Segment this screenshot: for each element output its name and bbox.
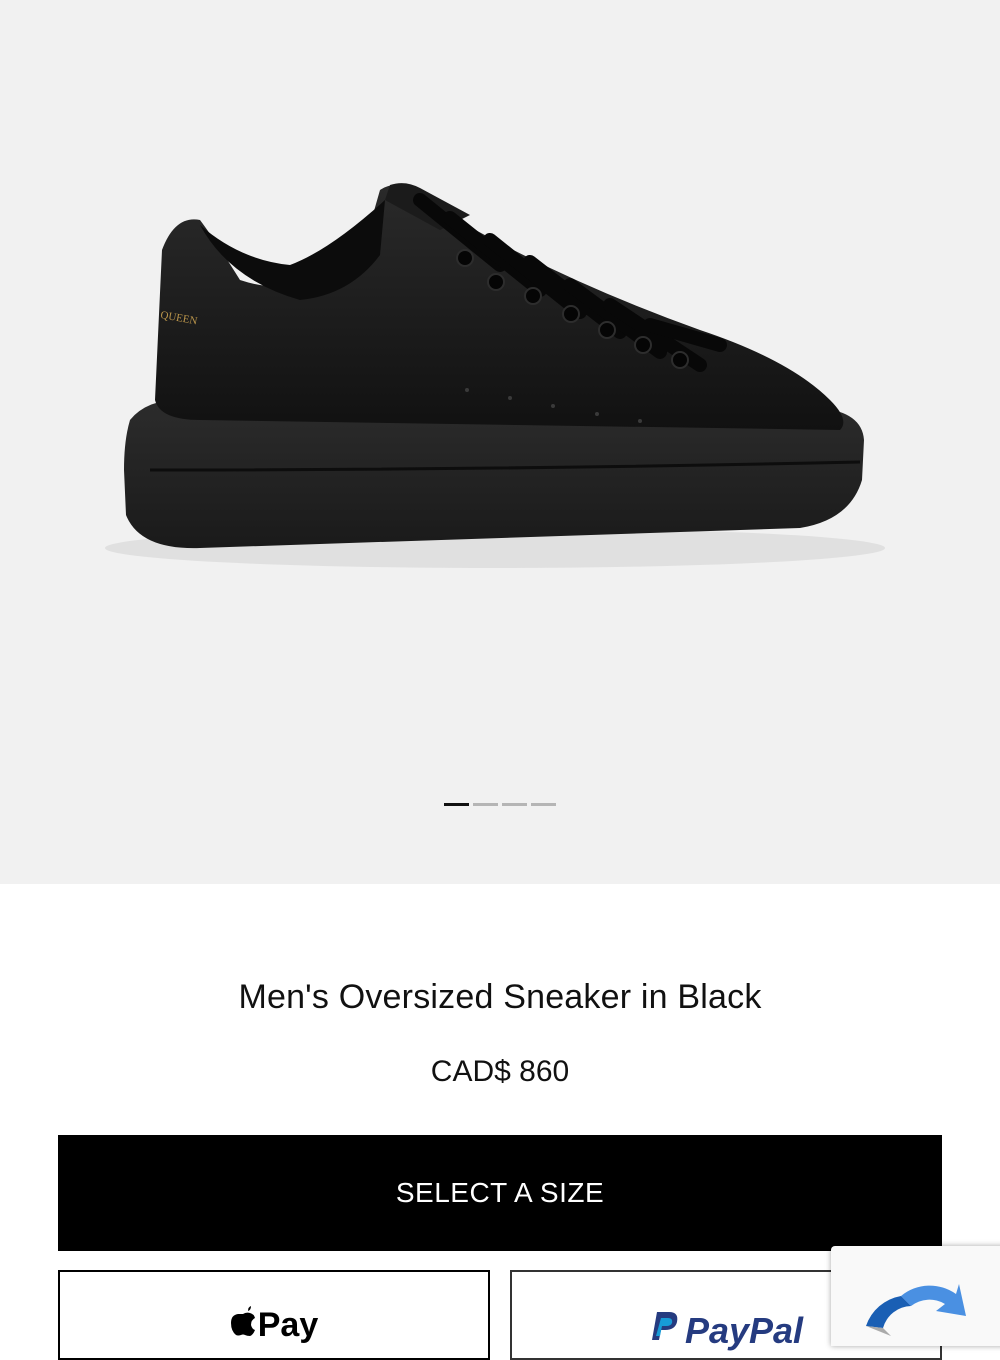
- recaptcha-icon: [866, 1284, 966, 1336]
- apple-pay-label: Pay: [257, 1306, 319, 1344]
- apple-pay-button[interactable]: Pay: [58, 1270, 490, 1360]
- gallery-dot-3[interactable]: [502, 803, 527, 806]
- recaptcha-badge[interactable]: [831, 1246, 1000, 1346]
- paypal-label: PayPal: [684, 1310, 804, 1351]
- paypal-logo: PayPal: [649, 1306, 803, 1358]
- apple-pay-logo: Pay: [230, 1306, 319, 1358]
- product-title: Men's Oversized Sneaker in Black: [238, 978, 762, 1016]
- apple-icon: [230, 1306, 255, 1336]
- select-size-button[interactable]: SELECT A SIZE: [58, 1135, 942, 1251]
- gallery-pagination: [444, 803, 556, 806]
- product-image-gallery[interactable]: QUEEN: [0, 0, 1000, 884]
- product-price: CAD$ 860: [430, 1055, 570, 1088]
- paypal-p-icon: [651, 1312, 678, 1340]
- gallery-dot-4[interactable]: [531, 803, 556, 806]
- gallery-dot-1[interactable]: [444, 803, 469, 806]
- sneaker-product-image[interactable]: QUEEN: [0, 0, 1000, 884]
- gallery-dot-2[interactable]: [473, 803, 498, 806]
